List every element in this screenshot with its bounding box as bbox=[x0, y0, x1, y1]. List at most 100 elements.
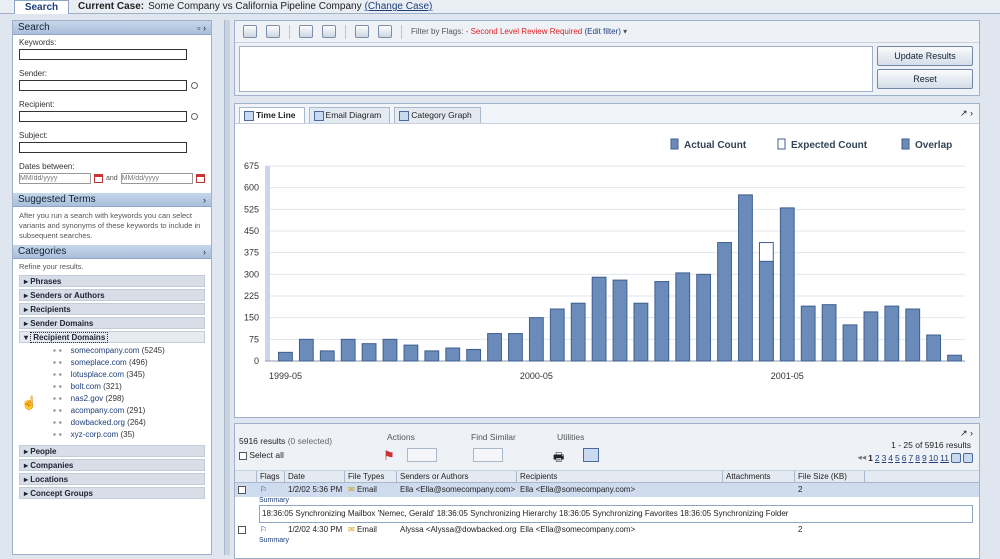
checkbox-icon[interactable]: ▪▪ bbox=[53, 346, 65, 355]
filter-value: - Second Level Review Required bbox=[465, 27, 583, 36]
domain-item[interactable]: ▪▪ nas2.gov (298) bbox=[13, 393, 211, 405]
page-link[interactable]: 1 bbox=[868, 453, 873, 463]
flag-icon[interactable]: ⚐ bbox=[260, 525, 267, 534]
table-row[interactable]: ⚐ 1/2/02 4:30 PM ✉ Email Alyssa <Alyssa@dow… bbox=[235, 523, 979, 537]
domain-item[interactable]: ▪▪ dowbacked.org (264) bbox=[13, 417, 211, 429]
category-sender-domains[interactable]: ▸ Sender Domains bbox=[19, 317, 205, 329]
page-link[interactable]: 8 bbox=[915, 453, 920, 463]
lookup-icon[interactable] bbox=[191, 112, 198, 120]
category-recipient-domains[interactable]: ▾ Recipient Domains bbox=[19, 331, 205, 343]
domain-item[interactable]: ▪▪ xyz-corp.com (35) bbox=[13, 429, 211, 441]
zoom-icon[interactable] bbox=[378, 25, 392, 38]
chevron-right-icon[interactable]: › bbox=[203, 245, 206, 259]
checkbox-icon[interactable]: ▪▪ bbox=[53, 358, 65, 367]
table-row[interactable]: ⚐ 1/2/02 5:36 PM ✉ Email Ella <Ella@somecom… bbox=[235, 483, 979, 497]
flag-icon[interactable]: ⚑ bbox=[383, 448, 395, 464]
save-icon[interactable] bbox=[243, 25, 257, 38]
page-link[interactable]: 4 bbox=[888, 453, 893, 463]
category-concept-groups[interactable]: ▸ Concept Groups bbox=[19, 487, 205, 499]
find-similar-dropdown[interactable] bbox=[473, 448, 503, 462]
suggested-help-text: After you run a search with keywords you… bbox=[19, 211, 201, 240]
edit-filter-link[interactable]: (Edit filter) bbox=[584, 27, 620, 36]
page-link[interactable]: 11 bbox=[940, 453, 949, 463]
print-icon[interactable] bbox=[266, 25, 280, 38]
select-all[interactable]: Select all bbox=[239, 450, 284, 460]
checkbox-icon[interactable]: ▪▪ bbox=[53, 382, 65, 391]
category-locations[interactable]: ▸ Locations bbox=[19, 473, 205, 485]
page-link[interactable]: 3 bbox=[882, 453, 887, 463]
panel-expand-icon[interactable]: ▫ › bbox=[197, 21, 206, 35]
tree-icon[interactable] bbox=[355, 25, 369, 38]
column-header[interactable]: Recipients bbox=[517, 471, 723, 482]
tab-time-line[interactable]: Time Line bbox=[239, 107, 305, 123]
chevron-right-icon[interactable]: › bbox=[203, 193, 206, 207]
tab-search[interactable]: Search bbox=[14, 0, 69, 14]
column-header[interactable]: Attachments bbox=[723, 471, 795, 482]
category-companies[interactable]: ▸ Companies bbox=[19, 459, 205, 471]
checkbox-icon[interactable]: ▪▪ bbox=[53, 430, 65, 439]
date-from-input[interactable] bbox=[19, 172, 91, 184]
last-page-icon[interactable] bbox=[963, 452, 973, 463]
lookup-icon[interactable] bbox=[191, 81, 198, 89]
calendar-icon[interactable] bbox=[94, 173, 103, 183]
page-link[interactable]: 9 bbox=[922, 453, 927, 463]
page-link[interactable]: 6 bbox=[902, 453, 907, 463]
keywords-input[interactable] bbox=[19, 48, 187, 60]
case-label: Current Case: bbox=[78, 1, 145, 12]
panel-splitter[interactable] bbox=[224, 20, 230, 555]
category-people[interactable]: ▸ People bbox=[19, 445, 205, 457]
domain-item[interactable]: ▪▪ somecompany.com (5245) bbox=[13, 345, 211, 357]
query-textarea[interactable] bbox=[239, 46, 873, 92]
summary-label: Summary bbox=[259, 537, 289, 544]
page-link[interactable]: 2 bbox=[875, 453, 880, 463]
print-icon[interactable]: 🖶 bbox=[553, 448, 564, 469]
date-to-input[interactable] bbox=[120, 172, 193, 184]
calendar-icon[interactable] bbox=[195, 173, 205, 183]
folder-icon[interactable] bbox=[299, 25, 313, 38]
checkbox-icon[interactable]: ▪▪ bbox=[53, 418, 65, 427]
checkbox-icon[interactable]: ▪▪ bbox=[53, 406, 65, 415]
column-header[interactable]: Date bbox=[285, 471, 345, 482]
y-tick-label: 0 bbox=[254, 356, 259, 366]
category-recipients[interactable]: ▸ Recipients bbox=[19, 303, 205, 315]
page-link[interactable]: 7 bbox=[909, 453, 914, 463]
row-checkbox[interactable] bbox=[238, 485, 246, 494]
expand-icon[interactable]: ↗ › bbox=[960, 428, 973, 439]
domain-item[interactable]: ▪▪ bolt.com (321) bbox=[13, 381, 211, 393]
prev-page-icon[interactable]: ◂◂ bbox=[858, 452, 867, 463]
expand-icon[interactable]: ↗ › bbox=[960, 108, 973, 119]
select-all-checkbox[interactable] bbox=[239, 451, 247, 460]
export-icon[interactable] bbox=[583, 448, 599, 462]
query-toolbar: Filter by Flags: - Second Level Review R… bbox=[235, 21, 979, 43]
next-page-icon[interactable] bbox=[951, 452, 961, 463]
page-link[interactable]: 5 bbox=[895, 453, 900, 463]
legend-swatch bbox=[777, 138, 786, 150]
recipient-input[interactable] bbox=[19, 110, 187, 122]
domain-item[interactable]: ▪▪ lotusplace.com (345) bbox=[13, 369, 211, 381]
page-link[interactable]: 10 bbox=[929, 453, 938, 463]
sender-input[interactable] bbox=[19, 79, 187, 91]
tab-category-graph[interactable]: Category Graph bbox=[394, 107, 481, 123]
column-header[interactable]: File Size (KB) bbox=[795, 471, 865, 482]
categories-header[interactable]: Categories › bbox=[13, 245, 211, 259]
column-header[interactable]: Senders or Authors bbox=[397, 471, 517, 482]
category-senders[interactable]: ▸ Senders or Authors bbox=[19, 289, 205, 301]
refresh-icon[interactable] bbox=[322, 25, 336, 38]
category-phrases[interactable]: ▸ Phrases bbox=[19, 275, 205, 287]
change-case-link[interactable]: (Change Case) bbox=[365, 1, 433, 12]
tab-email-diagram[interactable]: Email Diagram bbox=[308, 107, 391, 123]
domain-item[interactable]: ▪▪ acompany.com (291) bbox=[13, 405, 211, 417]
reset-button[interactable]: Reset bbox=[877, 69, 973, 89]
checkbox-icon[interactable]: ▪▪ bbox=[53, 394, 65, 403]
actions-dropdown[interactable] bbox=[407, 448, 437, 462]
checkbox-icon[interactable]: ▪▪ bbox=[53, 370, 65, 379]
flag-icon[interactable]: ⚐ bbox=[260, 485, 267, 494]
domain-item[interactable]: ▪▪ someplace.com (496) bbox=[13, 357, 211, 369]
update-results-button[interactable]: Update Results bbox=[877, 46, 973, 66]
row-checkbox[interactable] bbox=[238, 525, 246, 534]
column-header[interactable]: File Types bbox=[345, 471, 397, 482]
subject-input[interactable] bbox=[19, 141, 187, 153]
column-header[interactable]: Flags bbox=[257, 471, 285, 482]
bar bbox=[675, 272, 691, 362]
suggested-terms-header[interactable]: Suggested Terms › bbox=[13, 193, 211, 207]
